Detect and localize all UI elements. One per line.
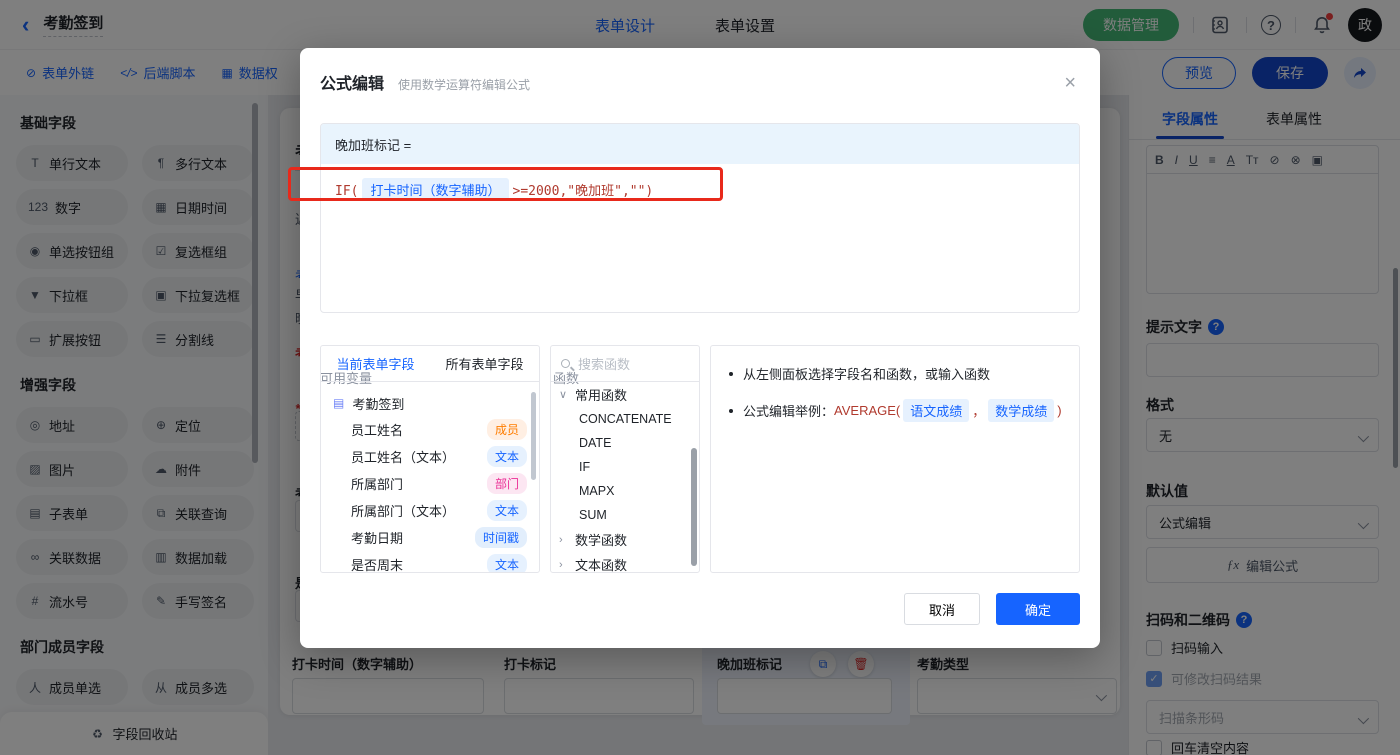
formula-help-panel: 从左侧面板选择字段名和函数，或输入函数 公式编辑举例： AVERAGE( 语文成… bbox=[710, 345, 1080, 573]
formula-rest: >=2000,"晚加班","") bbox=[512, 184, 654, 199]
group-common-functions[interactable]: ∨ 常用函数 bbox=[551, 382, 699, 407]
variables-scrollbar[interactable] bbox=[531, 392, 536, 480]
group-text-functions[interactable]: › 文本函数 bbox=[551, 552, 699, 572]
type-badge: 文本 bbox=[486, 500, 527, 521]
type-badge: 文本 bbox=[486, 446, 527, 467]
functions-scrollbar[interactable] bbox=[691, 448, 697, 566]
tab-all-form-fields[interactable]: 所有表单字段 bbox=[430, 346, 539, 381]
formula-input-area[interactable]: IF(打卡时间（数字辅助） >=2000,"晚加班","") bbox=[321, 164, 1079, 312]
formula-editor: 晚加班标记 = IF(打卡时间（数字辅助） >=2000,"晚加班","") bbox=[320, 123, 1080, 313]
function-item[interactable]: IF bbox=[551, 455, 699, 479]
functions-panel: 搜索函数 ∨ 常用函数 CONCATENATE DATE IF MAPX SUM … bbox=[550, 345, 700, 573]
function-item[interactable]: DATE bbox=[551, 431, 699, 455]
type-badge: 成员 bbox=[486, 419, 527, 440]
variables-tabs: 当前表单字段 所有表单字段 bbox=[321, 346, 539, 382]
page: ‹ 考勤签到 表单设计 表单设置 数据管理 ? 政 ⊘ 表单外链 bbox=[0, 0, 1400, 755]
variable-row[interactable]: 考勤日期 时间戳 bbox=[321, 524, 539, 551]
help-line-2: 公式编辑举例： bbox=[743, 404, 835, 419]
search-icon bbox=[561, 359, 570, 368]
group-math-functions[interactable]: › 数学函数 bbox=[551, 527, 699, 552]
help-line-1: 从左侧面板选择字段名和函数，或输入函数 bbox=[743, 367, 991, 382]
variable-row[interactable]: 所属部门（文本） 文本 bbox=[321, 497, 539, 524]
function-search-input[interactable]: 搜索函数 bbox=[551, 346, 699, 382]
modal-header: 公式编辑 使用数学运算符编辑公式 × bbox=[300, 48, 1100, 94]
bullet bbox=[729, 408, 733, 413]
bullet bbox=[729, 371, 733, 376]
confirm-button[interactable]: 确定 bbox=[996, 593, 1080, 625]
function-item[interactable]: MAPX bbox=[551, 479, 699, 503]
example-field-chip: 数学成绩 bbox=[988, 399, 1055, 422]
type-badge: 时间戳 bbox=[474, 527, 527, 548]
function-item[interactable]: CONCATENATE bbox=[551, 407, 699, 431]
example-comma: ， bbox=[972, 404, 986, 419]
chevron-down-icon: ∨ bbox=[559, 389, 568, 401]
chevron-right-icon: › bbox=[559, 558, 563, 571]
example-close-paren: ) bbox=[1057, 403, 1062, 418]
variable-row[interactable]: 员工姓名 成员 bbox=[321, 416, 539, 443]
field-token-chip: 打卡时间（数字辅助） bbox=[362, 178, 509, 201]
search-placeholder: 搜索函数 bbox=[578, 357, 631, 372]
type-badge: 文本 bbox=[486, 554, 527, 572]
variable-row[interactable]: 是否周末 文本 bbox=[321, 551, 539, 572]
variables-tree: ▤ 考勤签到 员工姓名 成员 员工姓名（文本） 文本 所属部门 部门 所属部门（文本）… bbox=[321, 382, 539, 572]
close-icon[interactable]: × bbox=[1064, 73, 1076, 93]
form-doc-icon: ▤ bbox=[333, 396, 345, 410]
variables-panel: 当前表单字段 所有表单字段 ▤ 考勤签到 员工姓名 成员 员工姓名（文本） 文本 所… bbox=[320, 345, 540, 573]
cancel-button[interactable]: 取消 bbox=[904, 593, 980, 625]
example-field-chip: 语文成绩 bbox=[903, 399, 970, 422]
tab-current-form-fields[interactable]: 当前表单字段 bbox=[321, 346, 430, 381]
example-function: AVERAGE( bbox=[834, 403, 901, 418]
chevron-right-icon: › bbox=[559, 533, 563, 546]
modal-footer: 取消 确定 bbox=[904, 593, 1080, 625]
type-badge: 部门 bbox=[486, 473, 527, 494]
formula-edit-modal: 公式编辑 使用数学运算符编辑公式 × 晚加班标记 = IF(打卡时间（数字辅助）… bbox=[288, 48, 1100, 648]
tree-root-form[interactable]: ▤ 考勤签到 bbox=[321, 390, 539, 416]
formula-function: IF( bbox=[335, 184, 359, 199]
variable-row[interactable]: 所属部门 部门 bbox=[321, 470, 539, 497]
modal-subtitle: 使用数学运算符编辑公式 bbox=[398, 78, 531, 92]
variable-row[interactable]: 员工姓名（文本） 文本 bbox=[321, 443, 539, 470]
formula-target: 晚加班标记 = bbox=[321, 124, 1079, 164]
function-item[interactable]: SUM bbox=[551, 503, 699, 527]
modal-title: 公式编辑 bbox=[320, 76, 385, 93]
